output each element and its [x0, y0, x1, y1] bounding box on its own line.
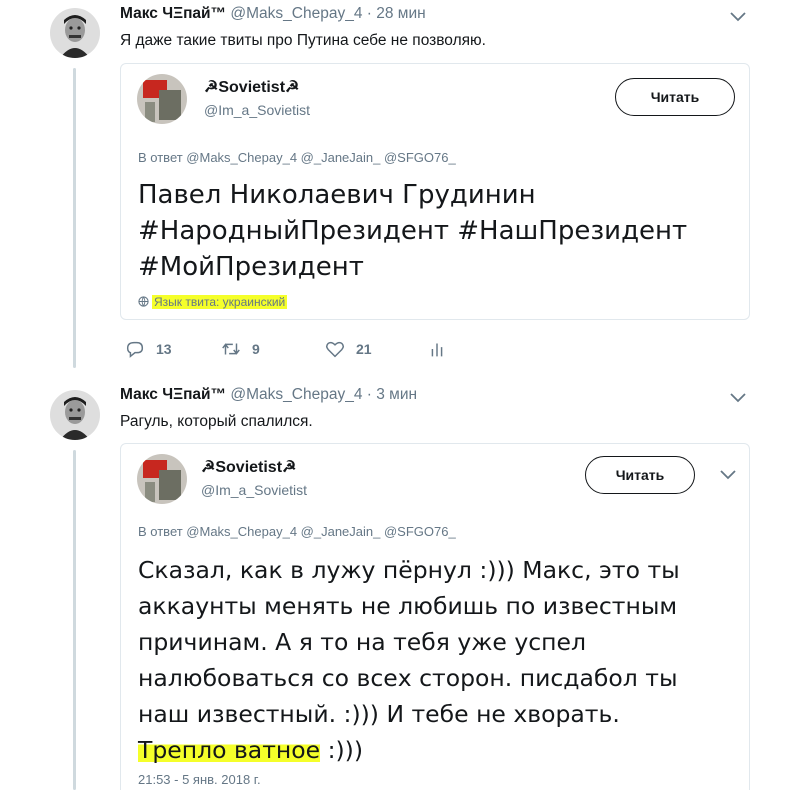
quoted-tweet[interactable]: ☭Sovietist☭ @Im_a_Sovietist Читать В отв… [120, 63, 750, 320]
like-count: 21 [356, 341, 372, 357]
quote-text-line: #МойПрезидент [138, 252, 364, 282]
author-name[interactable]: Макс ЧΞпай™ [120, 386, 226, 403]
chevron-down-icon[interactable] [729, 391, 747, 405]
tweet-text: Я даже такие твиты про Путина себе не по… [120, 32, 486, 49]
author-handle[interactable]: @Maks_Chepay_4 [230, 386, 362, 403]
quote-avatar[interactable] [137, 454, 187, 504]
quote-author-handle[interactable]: @Im_a_Sovietist [204, 102, 310, 118]
tweet-text: Рагуль, который спалился. [120, 413, 313, 430]
avatar[interactable] [50, 8, 100, 58]
thread-line-lower [73, 450, 76, 790]
quote-text: Павел Николаевич Грудинин #НародныйПрези… [138, 177, 687, 285]
analytics-icon [431, 343, 443, 357]
quote-text-line: Трепло ватное :))) [138, 732, 680, 768]
author-handle[interactable]: @Maks_Chepay_4 [230, 5, 362, 22]
chevron-down-icon[interactable] [729, 10, 747, 24]
quote-text-line: налюбоваться со всех сторон. писдабол ты [138, 664, 678, 692]
avatar[interactable] [50, 390, 100, 440]
quote-text: Сказал, как в лужу пёрнул :))) Макс, это… [138, 552, 680, 768]
quote-author-name[interactable]: ☭Sovietist☭ [204, 77, 299, 97]
quote-author-name[interactable]: ☭Sovietist☭ [201, 457, 296, 477]
reply-to-line[interactable]: В ответ @Maks_Chepay_4 @_JaneJain_ @SFGO… [138, 150, 456, 165]
reply-icon [126, 341, 144, 358]
author-name[interactable]: Макс ЧΞпай™ [120, 5, 226, 22]
quote-text-tail: :))) [320, 736, 364, 764]
like-icon [326, 341, 344, 358]
separator: · [366, 5, 372, 22]
tweet-time[interactable]: 3 мин [376, 386, 417, 403]
globe-icon [138, 296, 149, 307]
analytics-action[interactable] [426, 338, 448, 360]
quote-text-line: аккаунты менять не любишь по известным [138, 592, 678, 620]
retweet-action[interactable]: 9 [220, 338, 260, 360]
reply-count: 13 [156, 341, 172, 357]
quote-text-line: Сказал, как в лужу пёрнул :))) Макс, это… [138, 556, 680, 584]
quote-author-handle[interactable]: @Im_a_Sovietist [201, 482, 307, 498]
tweet-header: Макс ЧΞпай™ @Maks_Chepay_4 · 3 мин [120, 386, 417, 408]
reply-to-line[interactable]: В ответ @Maks_Chepay_4 @_JaneJain_ @SFGO… [138, 524, 456, 539]
quote-text-line: причинам. А я то на тебя уже успел [138, 628, 586, 656]
follow-button[interactable]: Читать [615, 78, 735, 116]
tweet-timestamp[interactable]: 21:53 - 5 янв. 2018 г. [138, 772, 261, 787]
follow-button[interactable]: Читать [585, 456, 695, 494]
quote-text-line: Павел Николаевич Грудинин [138, 180, 536, 210]
quote-text-line: наш известный. :))) И тебе не хворать. [138, 700, 620, 728]
quoted-tweet[interactable]: ☭Sovietist☭ @Im_a_Sovietist Читать В отв… [120, 443, 750, 790]
language-label[interactable]: Язык твита: украинский [152, 295, 288, 309]
highlighted-text: Трепло ватное [138, 736, 321, 764]
thread-line-upper [73, 68, 76, 368]
retweet-icon [222, 343, 240, 355]
reply-action[interactable]: 13 [124, 338, 172, 360]
chevron-down-icon[interactable] [719, 468, 737, 482]
quote-text-line: #НародныйПрезидент #НашПрезидент [138, 216, 688, 246]
like-action[interactable]: 21 [324, 338, 372, 360]
separator: · [366, 386, 372, 403]
tweet-language: Язык твита: украинский [138, 295, 288, 309]
retweet-count: 9 [252, 341, 260, 357]
quote-avatar[interactable] [137, 74, 187, 124]
tweet-header: Макс ЧΞпай™ @Maks_Chepay_4 · 28 мин [120, 5, 426, 27]
tweet-time[interactable]: 28 мин [376, 5, 425, 22]
